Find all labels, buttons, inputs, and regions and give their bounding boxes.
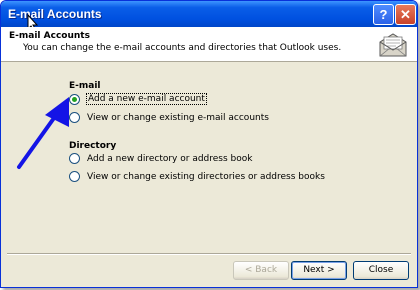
directory-section-heading: Directory (69, 141, 117, 151)
radio-label-view-email-accounts[interactable]: View or change existing e-mail accounts (86, 113, 270, 123)
footer-divider (7, 253, 411, 255)
next-button[interactable]: Next > (291, 261, 347, 280)
email-section-heading: E-mail (69, 81, 101, 91)
radio-add-directory[interactable]: Add a new directory or address book (69, 153, 253, 164)
header-subtitle: You can change the e-mail accounts and d… (23, 43, 342, 53)
radio-add-email-account[interactable]: Add a new e-mail account (69, 93, 207, 105)
back-button[interactable]: < Back (233, 261, 289, 280)
title-bar[interactable]: E-mail Accounts ? ✕ (1, 1, 417, 32)
radio-label-add-directory[interactable]: Add a new directory or address book (86, 154, 253, 164)
annotation-arrow-icon (17, 97, 69, 169)
header-title: E-mail Accounts (9, 31, 90, 41)
window-title: E-mail Accounts (8, 7, 102, 21)
close-window-button[interactable]: ✕ (395, 4, 416, 25)
help-button[interactable]: ? (373, 4, 394, 25)
close-button[interactable]: Close (353, 261, 409, 280)
radio-button[interactable] (69, 171, 80, 182)
email-accounts-dialog: E-mail Accounts ? ✕ E-mail Accounts You … (0, 0, 418, 288)
radio-label-view-directories[interactable]: View or change existing directories or a… (86, 172, 326, 182)
radio-view-email-accounts[interactable]: View or change existing e-mail accounts (69, 112, 270, 123)
radio-label-add-email-account[interactable]: Add a new e-mail account (86, 93, 207, 105)
mail-envelope-icon (379, 33, 407, 57)
radio-view-directories[interactable]: View or change existing directories or a… (69, 171, 326, 182)
